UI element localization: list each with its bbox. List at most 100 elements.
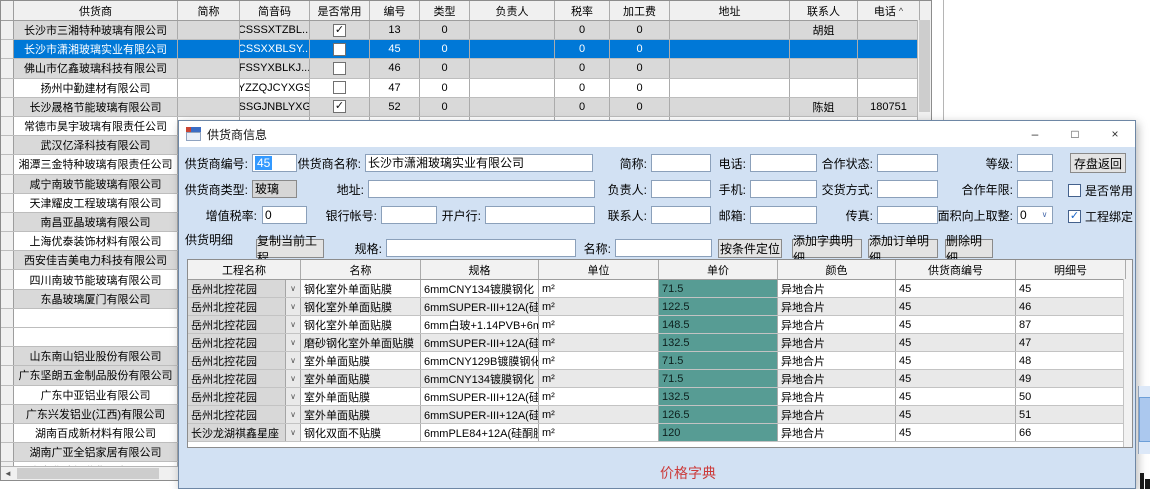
- chevron-down-icon[interactable]: ∨: [286, 388, 300, 405]
- address-input[interactable]: [368, 180, 595, 198]
- coop-years-input[interactable]: [1017, 180, 1053, 198]
- column-header[interactable]: 明细号: [1016, 260, 1126, 279]
- project-combobox[interactable]: 岳州北控花园∨: [188, 280, 301, 297]
- common-checkbox[interactable]: [333, 81, 346, 94]
- project-combobox[interactable]: 岳州北控花园∨: [188, 334, 301, 351]
- project-binding-checkbox-group[interactable]: ✓ 工程绑定: [1068, 208, 1133, 225]
- chevron-down-icon[interactable]: ∨: [1038, 208, 1051, 222]
- common-checkbox[interactable]: ✓: [333, 100, 346, 113]
- supplier-type-input[interactable]: 玻璃: [252, 180, 297, 198]
- column-header[interactable]: 名称: [301, 260, 421, 279]
- detail-row[interactable]: 岳州北控花园∨室外单面贴膜6mmCNY134镀膜钢化m²71.5异地合片4549: [188, 370, 1132, 388]
- detail-row[interactable]: 岳州北控花园∨磨砂钢化室外单面贴膜6mmSUPER-III+12A(硅...m²…: [188, 334, 1132, 352]
- project-combobox[interactable]: 岳州北控花园∨: [188, 352, 301, 369]
- supplier-row[interactable]: 扬州中勤建材有限公司YZZQJCYXGS47000: [1, 79, 931, 98]
- column-header[interactable]: 工程名称: [188, 260, 301, 279]
- coop-status-input[interactable]: [877, 154, 938, 172]
- spec-filter-input[interactable]: [386, 239, 576, 257]
- chevron-down-icon[interactable]: ∨: [286, 298, 300, 315]
- chevron-down-icon[interactable]: ∨: [286, 280, 300, 297]
- row-header[interactable]: [1, 21, 14, 39]
- row-header[interactable]: [1, 386, 14, 404]
- supplier-row[interactable]: 长沙市三湘特种玻璃有限公司CSSSXTZBL...✓13000胡姐: [1, 21, 931, 40]
- dialog-titlebar[interactable]: 供货商信息 – □ ×: [179, 121, 1135, 148]
- background-scrollbar[interactable]: [1138, 386, 1150, 454]
- project-combobox[interactable]: 岳州北控花园∨: [188, 370, 301, 387]
- row-header[interactable]: [1, 79, 14, 97]
- vat-rate-input[interactable]: 0: [262, 206, 307, 224]
- detail-row[interactable]: 岳州北控花园∨钢化室外单面贴膜6mm白玻+1.14PVB+6mm...m²148…: [188, 316, 1132, 334]
- is-common-checkbox-group[interactable]: 是否常用: [1068, 182, 1133, 199]
- row-header[interactable]: [1, 309, 14, 327]
- chevron-down-icon[interactable]: ∨: [286, 424, 300, 441]
- chevron-down-icon[interactable]: ∨: [286, 316, 300, 333]
- common-checkbox[interactable]: [333, 43, 346, 56]
- locate-by-condition-button[interactable]: 按条件定位: [718, 239, 782, 258]
- is-common-checkbox[interactable]: [1068, 184, 1081, 197]
- detail-row[interactable]: 岳州北控花园∨钢化室外单面贴膜6mmCNY134镀膜钢化m²71.5异地合片45…: [188, 280, 1132, 298]
- chevron-down-icon[interactable]: ∨: [286, 352, 300, 369]
- detail-row[interactable]: 岳州北控花园∨室外单面贴膜6mmSUPER-III+12A(硅...m²126.…: [188, 406, 1132, 424]
- column-header[interactable]: 单价: [659, 260, 778, 279]
- column-header[interactable]: 规格: [421, 260, 539, 279]
- row-header[interactable]: [1, 213, 14, 231]
- add-dictionary-detail-button[interactable]: 添加字典明细: [792, 239, 862, 258]
- supplier-row[interactable]: 佛山市亿鑫玻璃科技有限公司FSSYXBLKJ...46000: [1, 59, 931, 78]
- scroll-left-icon[interactable]: ◄: [1, 467, 15, 480]
- row-header[interactable]: [1, 59, 14, 77]
- row-header[interactable]: [1, 328, 14, 346]
- column-header[interactable]: 联系人: [790, 1, 858, 20]
- row-header[interactable]: [1, 194, 14, 212]
- row-header[interactable]: [1, 290, 14, 308]
- column-header[interactable]: 地址: [670, 1, 790, 20]
- column-header[interactable]: 加工费: [610, 1, 670, 20]
- column-header[interactable]: 简音码: [240, 1, 310, 20]
- row-header[interactable]: [1, 117, 14, 135]
- row-header[interactable]: [1, 347, 14, 365]
- column-header[interactable]: 类型: [420, 1, 470, 20]
- project-combobox[interactable]: 岳州北控花园∨: [188, 298, 301, 315]
- supplier-row[interactable]: 长沙市潇湘玻璃实业有限公司CSSXXBLSY...45000: [1, 40, 931, 59]
- column-header[interactable]: 税率: [555, 1, 610, 20]
- row-header[interactable]: [1, 405, 14, 423]
- area-round-up-combobox[interactable]: 0 ∨: [1017, 206, 1053, 224]
- common-checkbox[interactable]: [333, 62, 346, 75]
- close-button[interactable]: ×: [1095, 121, 1135, 147]
- row-header[interactable]: [1, 270, 14, 288]
- column-header[interactable]: 负责人: [470, 1, 555, 20]
- supplier-no-input[interactable]: 45: [252, 154, 297, 172]
- supplier-row[interactable]: 长沙晟格节能玻璃有限公司CSSGJNBLYXGS✓52000陈姐180751: [1, 98, 931, 117]
- column-header[interactable]: 单位: [539, 260, 659, 279]
- delete-detail-button[interactable]: 删除明细: [945, 239, 993, 258]
- project-combobox[interactable]: 岳州北控花园∨: [188, 388, 301, 405]
- detail-grid-scrollbar[interactable]: [1123, 279, 1132, 447]
- project-combobox[interactable]: 岳州北控花园∨: [188, 316, 301, 333]
- bank-account-input[interactable]: [381, 206, 437, 224]
- horizontal-scrollbar-thumb[interactable]: [17, 468, 159, 479]
- project-combobox[interactable]: 岳州北控花园∨: [188, 406, 301, 423]
- detail-row[interactable]: 岳州北控花园∨钢化室外单面贴膜6mmSUPER-III+12A(硅...m²12…: [188, 298, 1132, 316]
- row-header[interactable]: [1, 155, 14, 173]
- project-combobox[interactable]: 长沙龙湖祺鑫星座∨: [188, 424, 301, 441]
- add-order-detail-button[interactable]: 添加订单明细: [868, 239, 938, 258]
- column-header[interactable]: 简称: [178, 1, 240, 20]
- row-header[interactable]: [1, 175, 14, 193]
- chevron-down-icon[interactable]: ∨: [286, 334, 300, 351]
- common-checkbox[interactable]: ✓: [333, 24, 346, 37]
- column-header[interactable]: 编号: [370, 1, 420, 20]
- row-header[interactable]: [1, 251, 14, 269]
- vertical-scrollbar-thumb[interactable]: [919, 20, 930, 112]
- column-header[interactable]: 是否常用: [310, 1, 370, 20]
- detail-row[interactable]: 岳州北控花园∨室外单面贴膜6mmSUPER-III+12A(硅...m²132.…: [188, 388, 1132, 406]
- detail-row[interactable]: 长沙龙湖祺鑫星座∨钢化双面不贴膜6mmPLE84+12A(硅酮胶...m²120…: [188, 424, 1132, 442]
- grade-input[interactable]: [1017, 154, 1053, 172]
- delivery-method-input[interactable]: [877, 180, 938, 198]
- name-filter-input[interactable]: [615, 239, 712, 257]
- chevron-down-icon[interactable]: ∨: [286, 406, 300, 423]
- chevron-down-icon[interactable]: ∨: [286, 370, 300, 387]
- supplier-name-input[interactable]: 长沙市潇湘玻璃实业有限公司: [365, 154, 593, 172]
- detail-row[interactable]: 岳州北控花园∨室外单面贴膜6mmCNY129B镀膜钢化m²71.5异地合片454…: [188, 352, 1132, 370]
- project-binding-checkbox[interactable]: ✓: [1068, 210, 1081, 223]
- row-header[interactable]: [1, 40, 14, 58]
- row-header[interactable]: [1, 443, 14, 461]
